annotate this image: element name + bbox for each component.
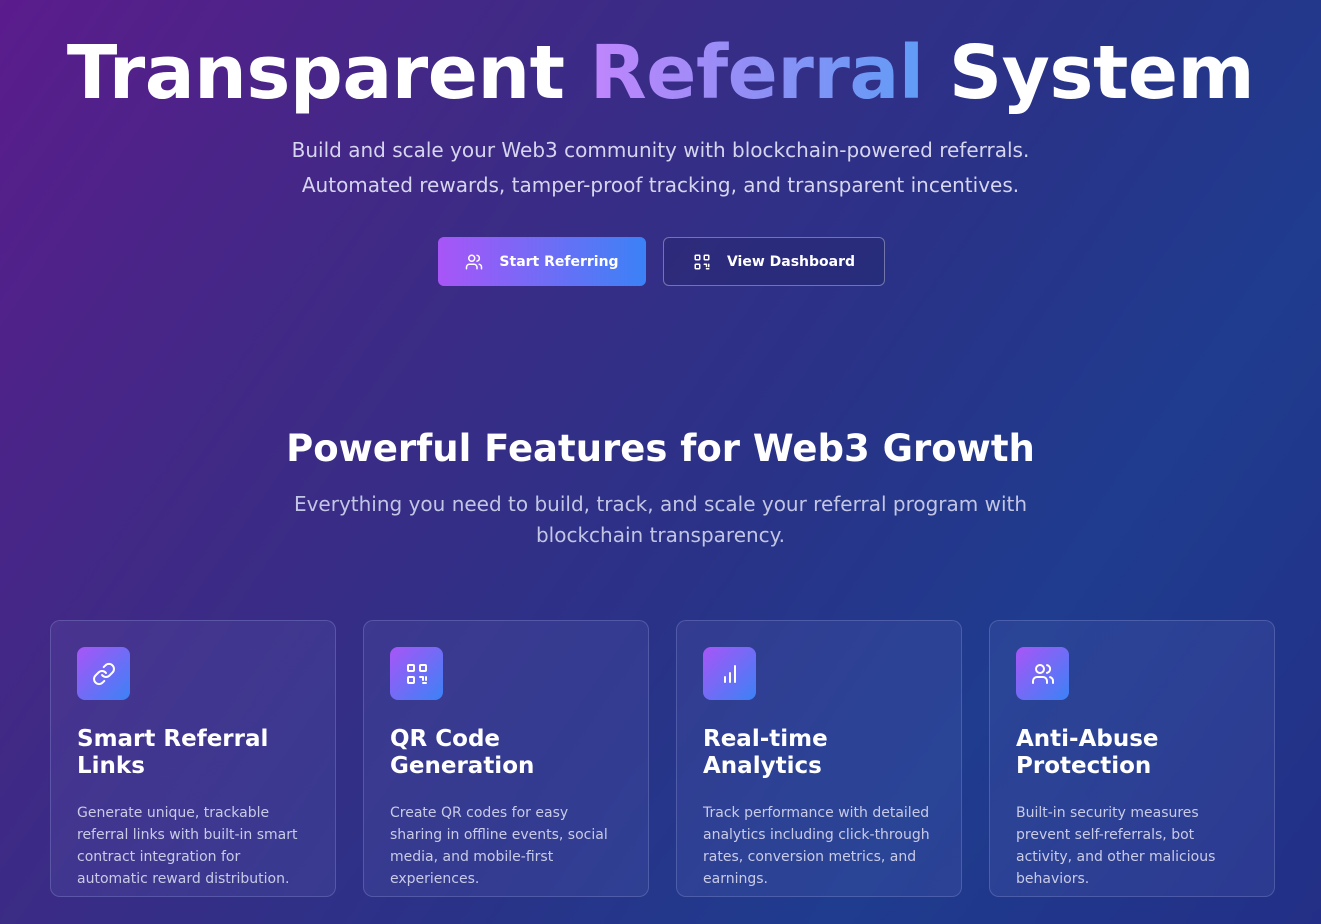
card-icon-box: [1016, 647, 1069, 700]
qr-code-icon: [694, 254, 710, 269]
bar-chart-icon: [723, 664, 736, 683]
feature-cards: Smart Referral Links Generate unique, tr…: [50, 620, 1275, 897]
cta-buttons: Start Referring View Dashboard: [438, 237, 885, 286]
card-icon-box: [77, 647, 130, 700]
hero-title: Transparent Referral System: [0, 28, 1321, 118]
feature-card-smart-links: Smart Referral Links Generate unique, tr…: [50, 620, 336, 897]
feature-card-qr-code: QR Code Generation Create QR codes for e…: [363, 620, 649, 897]
feature-card-anti-abuse: Anti-Abuse Protection Built-in security …: [989, 620, 1275, 897]
view-dashboard-button[interactable]: View Dashboard: [663, 237, 885, 286]
card-icon-box: [703, 647, 756, 700]
card-description: Track performance with detailed analytic…: [703, 805, 930, 887]
card-icon-box: [390, 647, 443, 700]
view-dashboard-label: View Dashboard: [726, 253, 856, 270]
card-description: Built-in security measures prevent self-…: [1016, 805, 1216, 887]
card-title: Smart Referral Links: [77, 726, 269, 779]
users-icon: [466, 254, 483, 269]
start-referring-button[interactable]: Start Referring: [438, 237, 646, 286]
card-description: Generate unique, trackable referral link…: [77, 805, 298, 887]
card-title: Real-time Analytics: [703, 726, 828, 779]
hero-subtitle-line2: Automated rewards, tamper-proof tracking…: [301, 173, 1020, 197]
card-description: Create QR codes for easy sharing in offl…: [390, 805, 608, 887]
feature-card-analytics: Real-time Analytics Track performance wi…: [676, 620, 962, 897]
hero-title-part2: System: [923, 30, 1255, 116]
features-subtitle-line2: blockchain transparency.: [535, 523, 786, 547]
hero-title-highlight: Referral: [589, 30, 924, 116]
card-title: Anti-Abuse Protection: [1016, 726, 1159, 779]
qr-code-icon: [406, 663, 427, 684]
hero-subtitle-line1: Build and scale your Web3 community with…: [291, 138, 1030, 162]
features-subtitle-line1: Everything you need to build, track, and…: [293, 492, 1028, 516]
users-icon: [1031, 663, 1054, 684]
features-title: Powerful Features for Web3 Growth: [286, 427, 1035, 470]
start-referring-label: Start Referring: [499, 253, 619, 270]
link-icon: [92, 662, 115, 685]
card-title: QR Code Generation: [390, 726, 535, 779]
hero-title-part1: Transparent: [66, 30, 590, 116]
